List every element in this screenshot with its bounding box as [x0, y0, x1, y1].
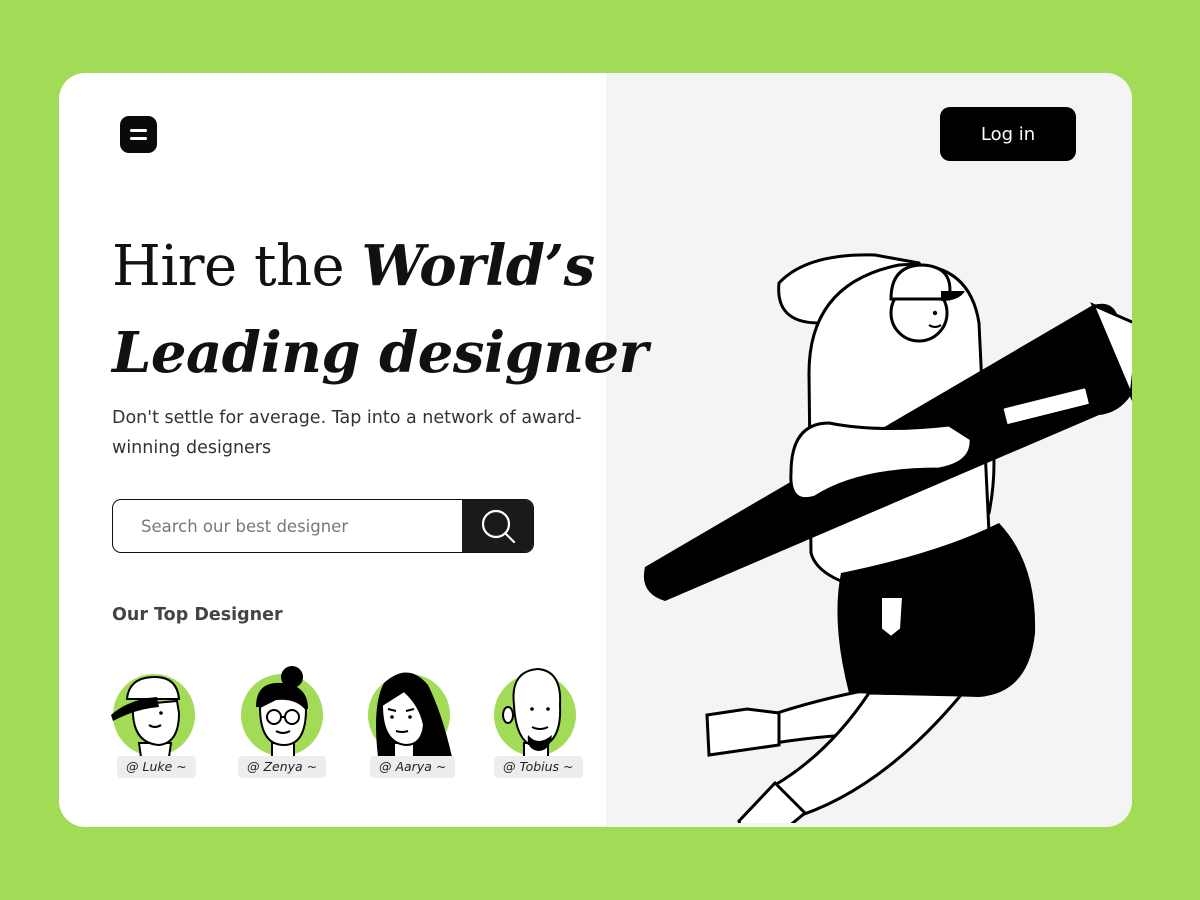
illustration-back-shoe	[705, 707, 781, 757]
search-icon	[481, 509, 516, 544]
search-input[interactable]	[113, 500, 453, 552]
menu-icon-line-bottom	[130, 137, 147, 140]
avatar-zenya	[241, 666, 323, 757]
page-title: Hire the World’s Leading designer	[112, 223, 648, 397]
illustration-shorts-pocket	[880, 596, 905, 639]
search-button[interactable]	[462, 500, 533, 552]
title-plain: Hire the	[112, 234, 362, 299]
designer-card-tobius[interactable]: @ Tobius ~	[492, 665, 583, 780]
avatar-aarya	[368, 672, 452, 757]
designer-handle-luke: @ Luke ~	[117, 756, 196, 778]
avatar-luke	[111, 674, 195, 757]
menu-button[interactable]	[120, 116, 157, 153]
top-designers-title: Our Top Designer	[112, 605, 283, 625]
designer-handle-tobius: @ Tobius ~	[494, 756, 583, 778]
search-bar	[112, 499, 534, 553]
landing-card: Log in Hire the World’s Leading designer …	[59, 73, 1132, 827]
hero-subtitle: Don't settle for average. Tap into a net…	[112, 408, 582, 458]
avatar-tobius	[494, 667, 576, 757]
designer-card-aarya[interactable]: @ Aarya ~	[364, 665, 456, 780]
title-emphasis-1: World’s	[361, 233, 595, 299]
designer-handle-zenya: @ Zenya ~	[238, 756, 327, 778]
hero-illustration	[643, 253, 1132, 823]
title-emphasis-2: Leading designer	[112, 320, 648, 386]
designer-card-luke[interactable]: @ Luke ~	[109, 665, 199, 780]
login-button[interactable]: Log in	[940, 107, 1076, 161]
designer-handle-aarya: @ Aarya ~	[370, 756, 456, 778]
illustration-eye	[932, 310, 938, 316]
menu-icon-line-top	[130, 129, 147, 132]
designer-card-zenya[interactable]: @ Zenya ~	[236, 665, 327, 780]
